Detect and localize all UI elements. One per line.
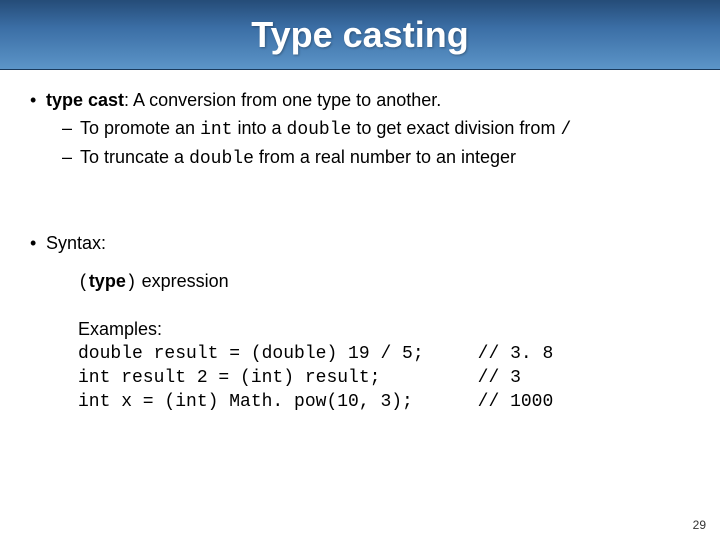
- bullet-typecast: • type cast: A conversion from one type …: [30, 88, 690, 112]
- syntax-label: Syntax:: [46, 231, 106, 255]
- syntax-line: (type) expression: [78, 269, 690, 295]
- bullet-typecast-text: type cast: A conversion from one type to…: [46, 88, 441, 112]
- bullet-syntax: • Syntax:: [30, 231, 690, 255]
- page-number: 29: [693, 518, 706, 532]
- examples-block: Examples: double result = (double) 19 / …: [78, 317, 690, 414]
- syntax-expression: expression: [137, 271, 229, 291]
- example-line-2: int result 2 = (int) result; // 3: [78, 366, 690, 390]
- sub-truncate-text: To truncate a double from a real number …: [80, 145, 516, 171]
- paren-close: ): [126, 273, 137, 293]
- sub1-part-c: into a: [232, 118, 286, 138]
- paren-open: (: [78, 273, 89, 293]
- code-double-2: double: [189, 149, 254, 169]
- bullet-dot: •: [30, 231, 46, 255]
- code-int: int: [200, 120, 232, 140]
- example-line-3: int x = (int) Math. pow(10, 3); // 1000: [78, 390, 690, 414]
- sub2-part-c: from a real number to an integer: [254, 147, 516, 167]
- slide-title: Type casting: [251, 14, 468, 56]
- syntax-type: type: [89, 271, 126, 291]
- title-bar: Type casting: [0, 0, 720, 70]
- examples-heading: Examples:: [78, 317, 690, 341]
- sub1-part-e: to get exact division from: [351, 118, 560, 138]
- code-double: double: [287, 120, 352, 140]
- slide-body: • type cast: A conversion from one type …: [0, 70, 720, 425]
- sub2-part-a: To truncate a: [80, 147, 189, 167]
- sub-bullet-truncate: – To truncate a double from a real numbe…: [62, 145, 690, 171]
- dash-icon: –: [62, 145, 80, 171]
- def-typecast: : A conversion from one type to another.: [124, 90, 441, 110]
- spacer: [30, 171, 690, 231]
- example-line-1: double result = (double) 19 / 5; // 3. 8: [78, 342, 690, 366]
- sub1-part-a: To promote an: [80, 118, 200, 138]
- code-slash: /: [560, 120, 571, 140]
- sub-bullet-promote: – To promote an int into a double to get…: [62, 116, 690, 142]
- bullet-dot: •: [30, 88, 46, 112]
- sub-promote-text: To promote an int into a double to get e…: [80, 116, 571, 142]
- term-typecast: type cast: [46, 90, 124, 110]
- dash-icon: –: [62, 116, 80, 142]
